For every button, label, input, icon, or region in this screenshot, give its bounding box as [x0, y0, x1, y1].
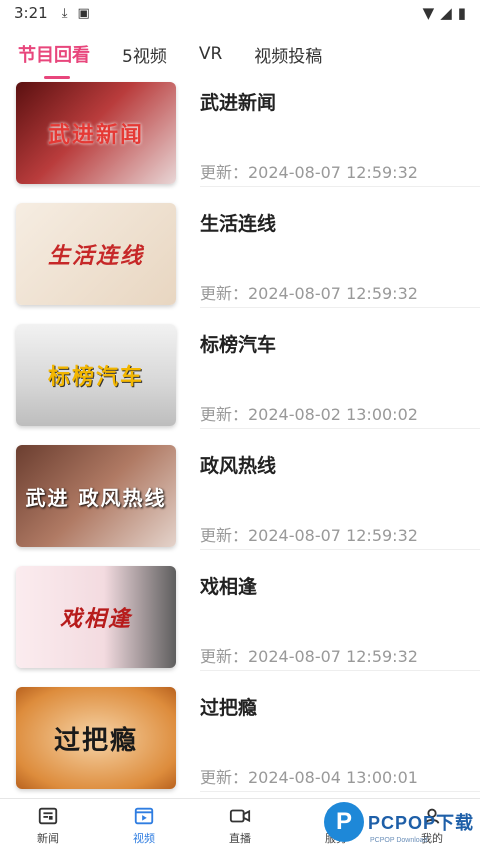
nav-live[interactable]: 直播 — [192, 799, 288, 852]
program-item-life-online[interactable]: 生活连线 生活连线 更新：2024-08-07 12:59:32 — [0, 201, 480, 322]
tab-program-replay[interactable]: 节目回看 — [18, 41, 90, 79]
status-time: 3:21 — [14, 4, 48, 22]
program-update-time: 更新：2024-08-07 12:59:32 — [200, 163, 418, 182]
divider — [200, 549, 480, 550]
nav-news[interactable]: 新闻 — [0, 799, 96, 852]
nav-video[interactable]: 视频 — [96, 799, 192, 852]
thumbnail-caption: 武进新闻 — [47, 122, 144, 148]
tab-vr[interactable]: VR — [199, 44, 222, 64]
tab-bar: 节目回看 5视频 VR 视频投稿 — [0, 30, 480, 79]
program-update-time: 更新：2024-08-07 12:59:32 — [200, 647, 418, 666]
status-bar: 3:21 ⤓ ▣ ▼ ◢ ▮ — [0, 0, 480, 26]
divider — [200, 307, 480, 308]
nav-label: 新闻 — [37, 832, 59, 845]
program-update-time: 更新：2024-08-07 12:59:32 — [200, 526, 418, 545]
program-list: 武进新闻 武进新闻 更新：2024-08-07 12:59:32 生活连线 生活… — [0, 80, 480, 806]
thumbnail-caption: 武进 政风热线 — [25, 485, 167, 510]
watermark-text: PCPOP下载 — [367, 813, 475, 833]
divider — [200, 670, 480, 671]
program-item-biaobang-auto[interactable]: 标榜汽车 标榜汽车 更新：2024-08-02 13:00:02 — [0, 322, 480, 443]
program-item-wujin-news[interactable]: 武进新闻 武进新闻 更新：2024-08-07 12:59:32 — [0, 80, 480, 201]
program-title: 标榜汽车 — [200, 334, 277, 356]
program-item-zhengfeng-hotline[interactable]: 武进 政风热线 政风热线 更新：2024-08-07 12:59:32 — [0, 443, 480, 564]
program-title: 政风热线 — [200, 455, 277, 477]
video-icon — [134, 807, 154, 825]
program-thumbnail: 武进 政风热线 — [16, 445, 176, 547]
watermark-logo: P — [324, 802, 364, 842]
signal-icon: ◢ — [440, 4, 452, 22]
program-thumbnail: 标榜汽车 — [16, 324, 176, 426]
thumbnail-caption: 戏相逢 — [59, 606, 132, 632]
program-update-time: 更新：2024-08-07 12:59:32 — [200, 284, 418, 303]
divider — [200, 791, 480, 792]
wifi-icon: ▼ — [422, 4, 435, 22]
news-icon — [38, 807, 58, 825]
program-thumbnail: 戏相逢 — [16, 566, 176, 668]
download-icon: ⤓ — [61, 5, 68, 21]
battery-icon: ▮ — [457, 4, 466, 22]
program-update-time: 更新：2024-08-02 13:00:02 — [200, 405, 418, 424]
program-title: 生活连线 — [200, 213, 277, 235]
thumbnail-caption: 过把瘾 — [53, 725, 138, 756]
tab-5-video[interactable]: 5视频 — [122, 42, 167, 67]
divider — [200, 428, 480, 429]
divider — [200, 186, 480, 187]
program-title: 戏相逢 — [200, 576, 258, 598]
live-icon — [229, 809, 251, 823]
thumbnail-caption: 标榜汽车 — [47, 364, 144, 390]
watermark: P PCPOP下载 PCPOP Download — [324, 798, 474, 846]
thumbnail-caption: 生活连线 — [47, 243, 144, 269]
nav-label: 视频 — [133, 832, 155, 845]
nav-label: 直播 — [229, 832, 251, 845]
tab-video-submission[interactable]: 视频投稿 — [254, 42, 322, 67]
notification-icon: ▣ — [77, 5, 90, 21]
program-thumbnail: 武进新闻 — [16, 82, 176, 184]
program-item-guobayin[interactable]: 过把瘾 过把瘾 更新：2024-08-04 13:00:01 — [0, 685, 480, 806]
program-item-xi-xiangfeng[interactable]: 戏相逢 戏相逢 更新：2024-08-07 12:59:32 — [0, 564, 480, 685]
program-title: 武进新闻 — [200, 92, 277, 114]
program-thumbnail: 过把瘾 — [16, 687, 176, 789]
program-title: 过把瘾 — [200, 697, 258, 719]
program-thumbnail: 生活连线 — [16, 203, 176, 305]
watermark-subtext: PCPOP Download — [370, 837, 428, 844]
program-update-time: 更新：2024-08-04 13:00:01 — [200, 768, 418, 787]
